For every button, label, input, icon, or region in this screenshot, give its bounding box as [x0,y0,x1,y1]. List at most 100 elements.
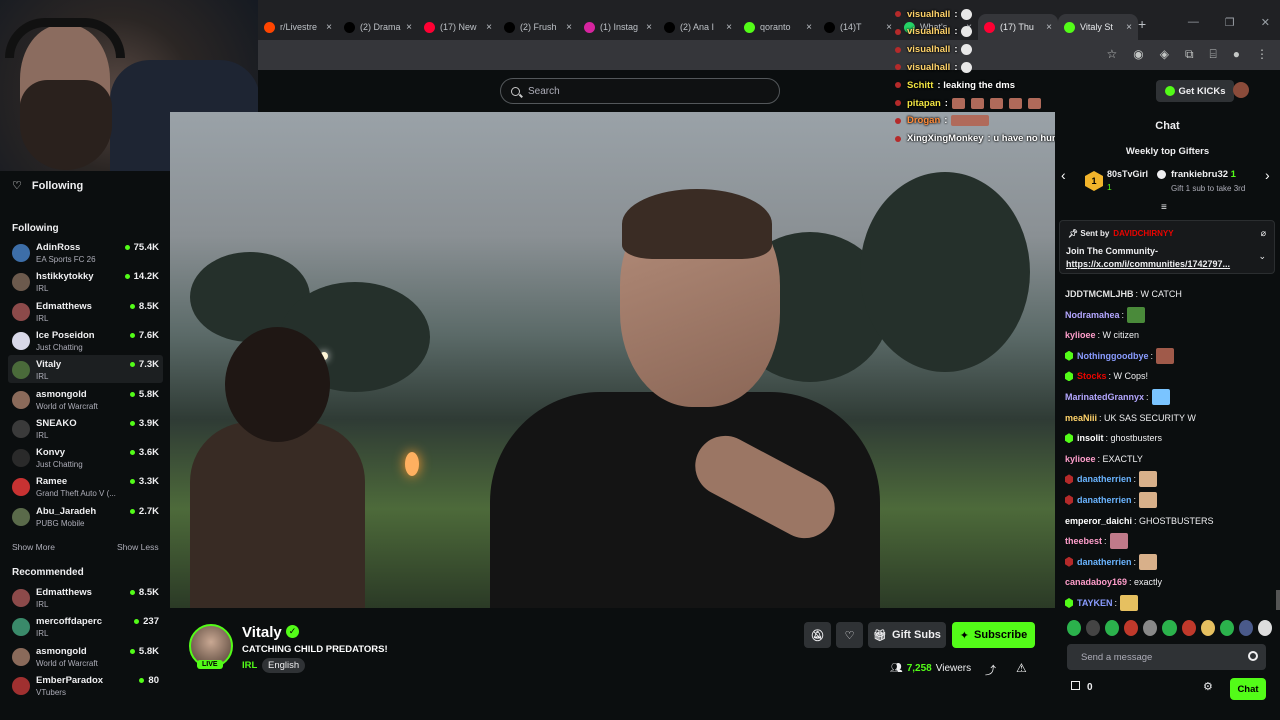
tab-close-icon[interactable]: × [886,22,892,33]
chat-message[interactable]: MarinatedGrannyx: [1065,387,1170,407]
tab-close-icon[interactable]: × [806,22,812,33]
chevron-left-icon[interactable]: ‹ [1061,167,1066,183]
chat-username[interactable]: Stocks [1077,371,1107,381]
gift-subs-button[interactable]: 🎁︎ Gift Subs [868,622,946,648]
close-window-icon[interactable]: ✕ [1261,16,1270,29]
extensions-puzzle-icon[interactable]: ⧉ [1185,47,1194,62]
tab-close-icon[interactable]: × [726,22,732,33]
video-player[interactable] [170,112,1055,608]
quick-emote-icon[interactable] [1257,620,1273,636]
subscribe-button[interactable]: ✦ Subscribe [952,622,1035,648]
quick-emote-icon[interactable] [1200,620,1215,636]
extension-icon-2[interactable]: ◈ [1160,47,1169,62]
share-icon[interactable]: ⤴ [985,662,996,678]
sidebar-channel-asmongold[interactable]: asmongold World of Warcraft 5.8K [8,385,163,413]
chat-username[interactable]: Nodramahea [1065,310,1120,320]
chat-message[interactable]: theebest: [1065,531,1128,551]
browser-tab[interactable]: (1) Instag × [578,14,658,40]
chat-username[interactable]: canadaboy169 [1065,577,1127,587]
search-input[interactable]: Search [500,78,780,104]
send-chat-button[interactable]: Chat [1230,678,1266,700]
minimize-icon[interactable]: — [1188,16,1199,29]
tab-close-icon[interactable]: × [646,22,652,33]
browser-menu-icon[interactable]: ⋮ [1256,47,1268,62]
tab-close-icon[interactable]: × [486,22,492,33]
chat-message[interactable]: Nodramahea: [1065,305,1146,325]
tab-close-icon[interactable]: × [326,22,332,33]
chat-username[interactable]: JDDTMCMLJHB [1065,289,1134,299]
stream-category[interactable]: IRL [242,660,257,671]
browser-tab[interactable]: r/Livestre × [258,14,338,40]
chat-username[interactable]: danatherrien [1077,474,1132,484]
sidebar-channel-sneako[interactable]: SNEAKO IRL 3.9K [8,414,163,442]
quick-emote-icon[interactable] [1124,620,1139,636]
stream-language-tag[interactable]: English [262,658,306,673]
chat-message[interactable]: meaNiii: UK SAS SECURITY W [1065,408,1196,428]
chat-username[interactable]: danatherrien [1077,495,1132,505]
quick-emote-icon[interactable] [1067,620,1082,636]
tab-close-icon[interactable]: × [406,22,412,33]
chat-username[interactable]: Nothinggoodbye [1077,351,1149,361]
sidebar-channel-mercoffdaperc[interactable]: mercoffdaperc IRL 237 [8,612,163,640]
chat-username[interactable]: danatherrien [1077,557,1132,567]
chat-username[interactable]: theebest [1065,536,1102,546]
chat-message[interactable]: emperor_daichi: GHOSTBUSTERS [1065,511,1214,531]
quick-emote-icon[interactable] [1162,620,1177,636]
chat-message[interactable]: JDDTMCMLJHB: W CATCH [1065,284,1182,304]
sidebar-channel-ramee[interactable]: Ramee Grand Theft Auto V (... 3.3K [8,472,163,500]
following-nav[interactable]: ♡ Following [12,179,83,193]
report-icon[interactable]: ⚠ [1016,661,1027,675]
mute-notifications-button[interactable]: 🔕︎ [804,622,831,648]
chat-message[interactable]: TAYKEN: [1065,593,1139,613]
sidebar-channel-abu-jaradeh[interactable]: Abu_Jaradeh PUBG Mobile 2.7K [8,502,163,530]
quick-emote-icon[interactable] [1181,620,1196,636]
chat-username[interactable]: MarinatedGrannyx [1065,392,1144,402]
chat-scrollbar[interactable] [1276,590,1280,610]
maximize-icon[interactable]: ❐ [1225,16,1235,29]
follow-button[interactable]: ♡ [836,622,863,648]
chat-message[interactable]: danatherrien: [1065,469,1158,489]
sidebar-channel-hstikkytokky[interactable]: hstikkytokky IRL 14.2K [8,267,163,295]
sidebar-channel-ice-poseidon[interactable]: Ice Poseidon Just Chatting 7.6K [8,326,163,354]
user-avatar[interactable] [1233,82,1249,98]
gear-icon[interactable]: ⚙ [1203,680,1213,693]
browser-tab[interactable]: (2) Frush × [498,14,578,40]
chat-message[interactable]: canadaboy169: exactly [1065,572,1162,592]
chat-username[interactable]: TAYKEN [1077,598,1113,608]
new-tab-button[interactable]: + [1138,16,1146,32]
sidebar-channel-konvy[interactable]: Konvy Just Chatting 3.6K [8,443,163,471]
top-gifter-2[interactable]: frankiebru32 1 Gift 1 sub to take 3rd [1157,167,1267,197]
tab-search-icon[interactable]: ⌸ [1210,47,1217,62]
show-less-button[interactable]: Show Less [117,542,159,552]
emoji-icon[interactable] [1248,651,1258,661]
channel-name[interactable]: Vitaly [242,624,282,641]
collapse-handle-icon[interactable]: ≡ [1161,202,1167,213]
chat-username[interactable]: kylioee [1065,330,1096,340]
quick-emote-icon[interactable] [1105,620,1120,636]
get-kicks-button[interactable]: Get KICKs [1156,80,1234,102]
browser-tab[interactable]: (14)T × [818,14,898,40]
top-gifter-1[interactable]: 1 80sTvGirl 1 [1085,167,1148,197]
chat-message[interactable]: Stocks: W Cops! [1065,366,1148,386]
kicks-wallet-icon[interactable] [1071,681,1080,690]
chat-username[interactable]: meaNiii [1065,413,1097,423]
sidebar-channel-adinross[interactable]: AdinRoss EA Sports FC 26 75.4K [8,238,163,266]
sidebar-channel-emberparadox[interactable]: EmberParadox VTubers 80 [8,671,163,699]
chat-message[interactable]: Nothinggoodbye: [1065,346,1175,366]
chevron-down-icon[interactable]: ⌄ [1258,251,1266,262]
sidebar-channel-vitaly[interactable]: Vitaly IRL 7.3K [8,355,163,384]
tab-close-icon[interactable]: × [1126,22,1132,33]
sidebar-channel-edmatthews[interactable]: Edmatthews IRL 8.5K [8,583,163,611]
browser-tab[interactable]: (2) Drama × [338,14,418,40]
unpin-icon[interactable]: ⌀ [1261,228,1266,239]
profile-icon[interactable]: ● [1233,47,1240,62]
browser-tab[interactable]: (17) New × [418,14,498,40]
pinned-message[interactable]: 📌︎ Sent by DAVIDCHIRNYY ⌀ Join The Commun… [1059,220,1275,274]
chat-message[interactable]: kylioee: EXACTLY [1065,449,1143,469]
quick-emote-icon[interactable] [1086,620,1101,636]
chat-message-input[interactable]: Send a message [1067,644,1266,670]
address-bar[interactable]: ☆ ◉ ◈ ⧉ ⌸ ● ⋮ [258,40,1280,70]
sidebar-channel-asmongold[interactable]: asmongold World of Warcraft 5.8K [8,642,163,670]
sidebar-channel-edmatthews[interactable]: Edmatthews IRL 8.5K [8,297,163,325]
chat-username[interactable]: emperor_daichi [1065,516,1132,526]
